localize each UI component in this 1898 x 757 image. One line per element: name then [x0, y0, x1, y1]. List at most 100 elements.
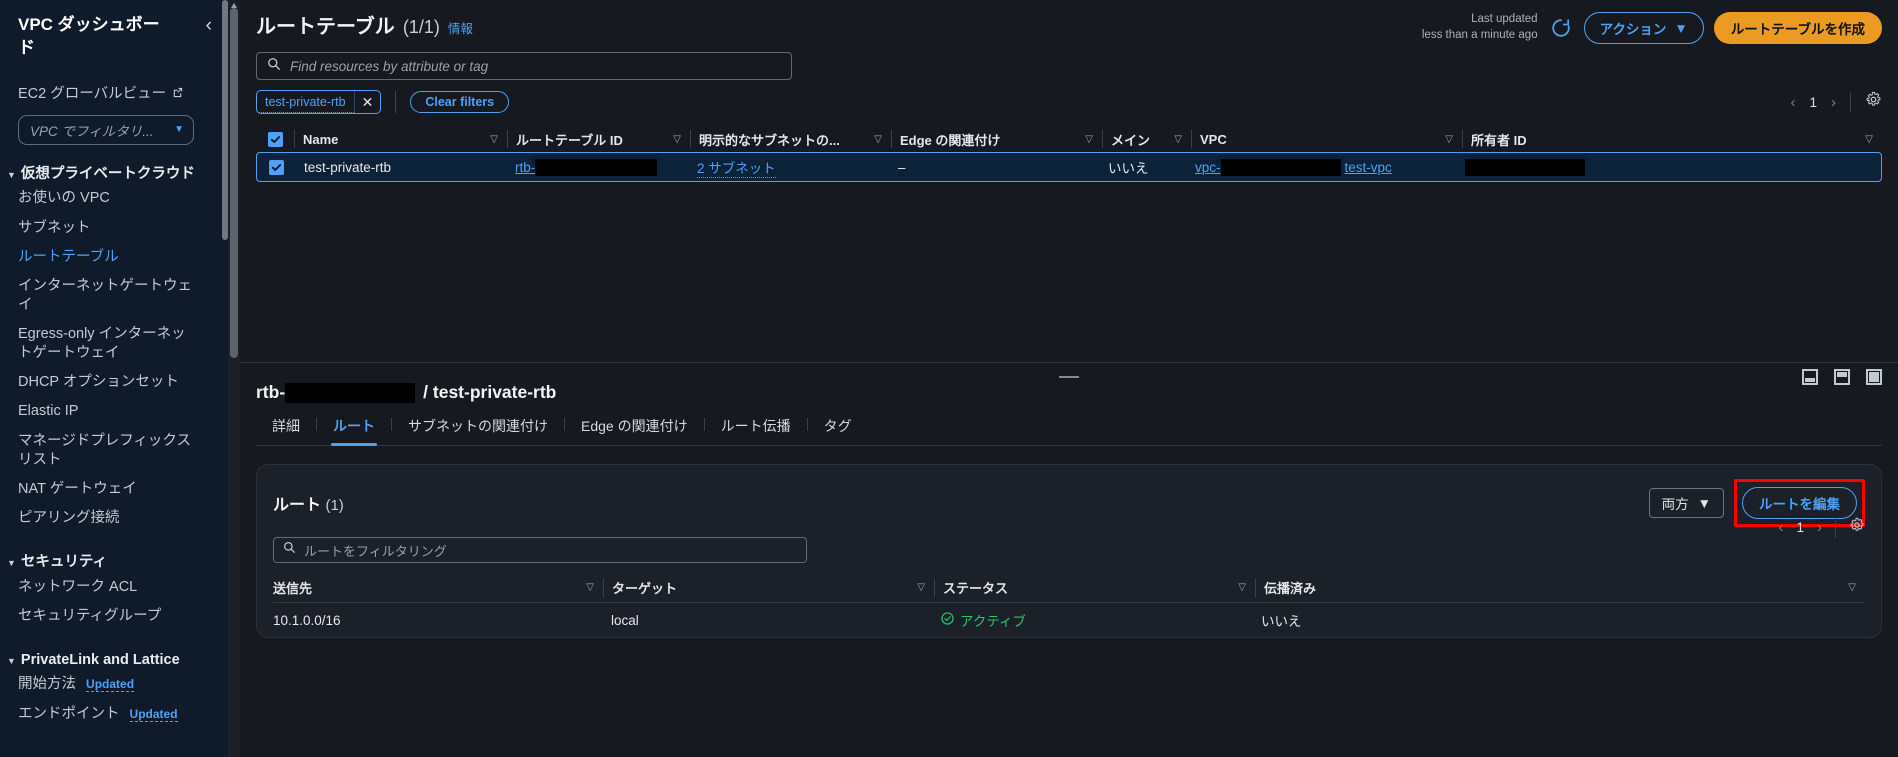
- page-title: ルートテーブル: [256, 16, 395, 38]
- chevron-down-icon: ▼: [1674, 20, 1688, 36]
- routes-filter-input[interactable]: ルートをフィルタリング: [273, 537, 807, 563]
- gear-icon[interactable]: [1865, 91, 1882, 113]
- sort-icon[interactable]: ▽: [1865, 134, 1882, 145]
- main-scrollbar-thumb[interactable]: [230, 8, 238, 358]
- cell-route-table-id[interactable]: rtb-: [507, 158, 689, 176]
- sidebar-item-network-acls[interactable]: ネットワーク ACL: [0, 573, 210, 602]
- routes-page-number[interactable]: 1: [1796, 520, 1804, 535]
- column-header-main[interactable]: メイン ▽: [1103, 130, 1191, 149]
- sidebar-item-your-vpcs[interactable]: お使いの VPC: [0, 184, 210, 213]
- sidebar-item-elastic-ips[interactable]: Elastic IP: [0, 397, 210, 426]
- actions-button[interactable]: アクション ▼: [1583, 12, 1704, 44]
- sort-icon[interactable]: ▽: [586, 582, 603, 593]
- chevron-left-icon[interactable]: ‹: [1778, 519, 1783, 536]
- main-scrollbar[interactable]: [228, 0, 240, 757]
- column-header-propagated[interactable]: 伝播済み ▽: [1256, 578, 1865, 597]
- divider: [1835, 517, 1836, 538]
- sort-icon[interactable]: ▽: [1445, 134, 1462, 145]
- column-label: VPC: [1200, 131, 1227, 147]
- detail-tabs: 詳細 ルート サブネットの関連付け Edge の関連付け ルート伝播 タグ: [256, 412, 1882, 446]
- tab-edge-associations[interactable]: Edge の関連付け: [565, 412, 704, 445]
- column-header-vpc[interactable]: VPC ▽: [1192, 132, 1462, 147]
- column-header-edge-associations[interactable]: Edge の関連付け ▽: [892, 130, 1102, 149]
- sidebar-group-vpc[interactable]: ▼ 仮想プライベートクラウド: [0, 165, 228, 185]
- chevron-left-icon[interactable]: ‹: [1790, 94, 1795, 111]
- sidebar-item-internet-gateways[interactable]: インターネットゲートウェイ: [0, 272, 210, 320]
- sort-icon[interactable]: ▽: [1238, 582, 1255, 593]
- sort-icon[interactable]: ▽: [1174, 134, 1191, 145]
- search-input[interactable]: Find resources by attribute or tag: [256, 52, 792, 80]
- column-header-owner-id[interactable]: 所有者 ID ▽: [1463, 130, 1882, 149]
- sidebar-item-getting-started[interactable]: 開始方法 Updated: [0, 670, 210, 699]
- route-type-select[interactable]: 両方 ▼: [1648, 488, 1724, 518]
- sidebar-item-route-tables[interactable]: ルートテーブル: [0, 243, 210, 272]
- sidebar-item-subnets[interactable]: サブネット: [0, 214, 210, 243]
- sort-icon[interactable]: ▽: [917, 582, 934, 593]
- filter-token[interactable]: test-private-rtb ✕: [256, 90, 382, 114]
- sort-icon[interactable]: ▽: [874, 134, 891, 145]
- chevron-right-icon[interactable]: ›: [1817, 519, 1822, 536]
- sidebar-item-ec2-global-view[interactable]: EC2 グローバルビュー: [18, 82, 228, 103]
- chevron-down-icon: ▼: [7, 169, 16, 180]
- subnet-count-link[interactable]: 2 サブネット: [697, 157, 776, 178]
- tab-tags[interactable]: タグ: [808, 412, 868, 445]
- filter-row: test-private-rtb ✕ Clear filters ‹ 1 ›: [240, 80, 1898, 114]
- cell-vpc[interactable]: vpc-test-vpc: [1187, 158, 1457, 176]
- column-header-route-table-id[interactable]: ルートテーブル ID ▽: [508, 130, 690, 149]
- splitter-grip[interactable]: [1059, 375, 1079, 378]
- route-table-id-link[interactable]: rtb-: [515, 160, 535, 175]
- detail-title: rtb- / test-private-rtb: [240, 382, 1898, 403]
- cell-main: いいえ: [1108, 161, 1149, 176]
- sidebar-item-security-groups[interactable]: セキュリティグループ: [0, 602, 210, 631]
- row-checkbox[interactable]: [257, 159, 295, 175]
- tab-details[interactable]: 詳細: [256, 412, 316, 445]
- vpc-filter-select[interactable]: VPC でフィルタリ... ▼: [18, 114, 194, 145]
- page-number[interactable]: 1: [1809, 95, 1817, 110]
- sidebar-item-peering-connections[interactable]: ピアリング接続: [0, 504, 210, 533]
- close-icon[interactable]: ✕: [353, 91, 381, 113]
- refresh-icon[interactable]: [1548, 15, 1574, 41]
- sidebar-group-privatelink[interactable]: ▼ PrivateLink and Lattice: [0, 651, 228, 671]
- create-route-table-button[interactable]: ルートテーブルを作成: [1713, 12, 1882, 44]
- sidebar-item-managed-prefix-lists[interactable]: マネージドプレフィックスリスト: [0, 427, 210, 475]
- tab-subnet-associations[interactable]: サブネットの関連付け: [392, 412, 564, 445]
- sidebar-item-nat-gateways[interactable]: NAT ゲートウェイ: [0, 475, 210, 504]
- chevron-right-icon[interactable]: ›: [1831, 94, 1836, 111]
- checkbox-checked-icon: [267, 131, 283, 147]
- content-area: ルートテーブル (1/1) 情報 Last updated less than …: [240, 0, 1898, 757]
- tab-routes[interactable]: ルート: [317, 412, 391, 446]
- sort-icon[interactable]: ▽: [1848, 582, 1865, 593]
- column-header-explicit-subnets[interactable]: 明示的なサブネットの... ▽: [691, 130, 891, 149]
- sidebar-item-dhcp-option-sets[interactable]: DHCP オプションセット: [0, 368, 210, 397]
- column-header-destination[interactable]: 送信先 ▽: [273, 578, 603, 597]
- sidebar-group-security[interactable]: ▼ セキュリティ: [0, 553, 228, 573]
- sidebar: VPC ダッシュボード ‹ EC2 グローバルビュー VPC でフィルタリ...…: [0, 0, 228, 757]
- gear-icon[interactable]: [1849, 517, 1865, 538]
- sidebar-global-view-label: EC2 グローバルビュー: [18, 85, 167, 102]
- sort-icon[interactable]: ▽: [673, 134, 690, 145]
- clear-filters-button[interactable]: Clear filters: [410, 91, 510, 113]
- column-header-name[interactable]: Name ▽: [295, 132, 507, 147]
- sort-icon[interactable]: ▽: [490, 134, 507, 145]
- edit-routes-button[interactable]: ルートを編集: [1742, 487, 1857, 519]
- cell-propagated: いいえ: [1261, 614, 1302, 629]
- sidebar-item-egress-only-igw[interactable]: Egress-only インターネットゲートウェイ: [0, 320, 210, 368]
- info-link[interactable]: 情報: [448, 18, 473, 37]
- sort-icon[interactable]: ▽: [1085, 134, 1102, 145]
- sidebar-item-label: エンドポイント: [18, 705, 120, 722]
- select-all-checkbox[interactable]: [256, 131, 294, 147]
- table-row[interactable]: test-private-rtb rtb- 2 サブネット – いいえ vpc-…: [256, 152, 1882, 182]
- table-header-row: Name ▽ ルートテーブル ID ▽ 明示的なサブネットの... ▽ Edge…: [256, 126, 1882, 152]
- cell-explicit-subnets[interactable]: 2 サブネット: [689, 157, 889, 178]
- vpc-link[interactable]: vpc-: [1195, 160, 1221, 175]
- cell-status: アクティブ: [933, 610, 1253, 630]
- vpc-name-link[interactable]: test-vpc: [1345, 160, 1392, 175]
- route-tables-table: Name ▽ ルートテーブル ID ▽ 明示的なサブネットの... ▽ Edge…: [256, 126, 1882, 182]
- chevron-left-icon[interactable]: ‹: [206, 14, 212, 35]
- tab-route-propagation[interactable]: ルート伝播: [705, 412, 807, 445]
- cell-target: local: [611, 612, 639, 628]
- sidebar-item-endpoints[interactable]: エンドポイント Updated: [0, 700, 210, 729]
- last-updated-value: less than a minute ago: [1421, 29, 1538, 41]
- column-header-target[interactable]: ターゲット ▽: [604, 578, 934, 597]
- column-header-status[interactable]: ステータス ▽: [935, 578, 1255, 597]
